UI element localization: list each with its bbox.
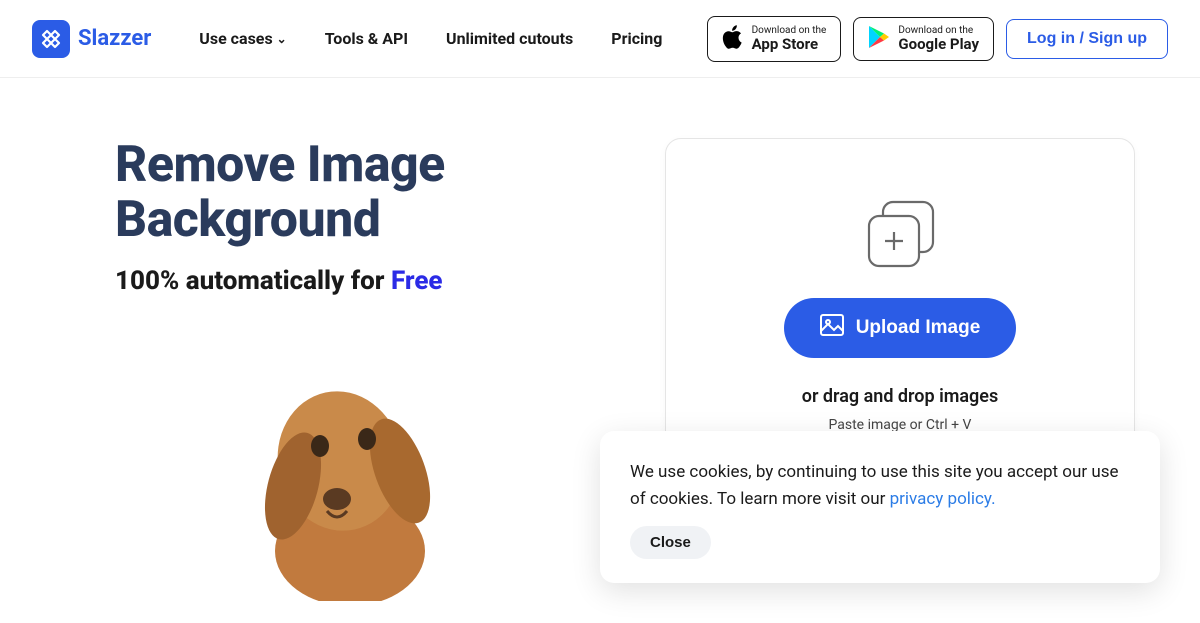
nav: Use cases ⌄ Tools & API Unlimited cutout…	[199, 29, 662, 48]
app-store-button[interactable]: Download on the App Store	[707, 16, 842, 62]
nav-label: Tools & API	[325, 29, 408, 48]
header-actions: Download on the App Store Download on th…	[707, 16, 1168, 62]
nav-tools-api[interactable]: Tools & API	[325, 29, 408, 48]
hero-sub-prefix: 100% automatically for	[115, 266, 391, 296]
nav-unlimited-cutouts[interactable]: Unlimited cutouts	[446, 29, 573, 48]
hero-title-line1: Remove Image	[115, 136, 445, 194]
hero-image	[245, 351, 615, 605]
nav-use-cases[interactable]: Use cases ⌄	[199, 29, 286, 48]
cookie-text: We use cookies, by continuing to use thi…	[630, 459, 1130, 512]
login-signup-button[interactable]: Log in / Sign up	[1006, 19, 1168, 59]
logo-icon	[32, 20, 70, 58]
store-text: Download on the App Store	[752, 25, 827, 53]
logo-text: Slazzer	[78, 26, 151, 51]
header: Slazzer Use cases ⌄ Tools & API Unlimite…	[0, 0, 1200, 78]
google-play-icon	[868, 25, 890, 53]
hero-sub-free: Free	[391, 266, 443, 296]
store-big-text: Google Play	[898, 36, 979, 53]
cookie-message: We use cookies, by continuing to use thi…	[630, 462, 1118, 508]
nav-label: Unlimited cutouts	[446, 29, 573, 48]
upload-image-button[interactable]: Upload Image	[784, 298, 1017, 358]
hero-title: Remove Image Background	[115, 138, 615, 248]
cookie-privacy-policy-link[interactable]: privacy policy.	[890, 489, 996, 509]
hero-subtitle: 100% automatically for Free	[115, 266, 615, 296]
hero-section: Remove Image Background 100% automatical…	[115, 138, 615, 605]
store-text: Download on the Google Play	[898, 25, 979, 53]
google-play-button[interactable]: Download on the Google Play	[853, 17, 994, 61]
nav-pricing[interactable]: Pricing	[611, 29, 662, 48]
nav-label: Pricing	[611, 29, 662, 48]
store-big-text: App Store	[752, 36, 827, 53]
hero-title-line2: Background	[115, 191, 380, 249]
image-icon	[820, 314, 844, 342]
cookie-banner: We use cookies, by continuing to use thi…	[600, 431, 1160, 583]
logo[interactable]: Slazzer	[32, 20, 151, 58]
upload-card: Upload Image or drag and drop images Pas…	[665, 138, 1135, 474]
apple-icon	[722, 24, 744, 54]
upload-stack-icon	[706, 194, 1094, 276]
chevron-down-icon: ⌄	[277, 32, 287, 46]
cookie-close-button[interactable]: Close	[630, 526, 711, 559]
drag-drop-text: or drag and drop images	[706, 386, 1094, 407]
nav-label: Use cases	[199, 29, 272, 48]
upload-button-label: Upload Image	[856, 317, 981, 339]
